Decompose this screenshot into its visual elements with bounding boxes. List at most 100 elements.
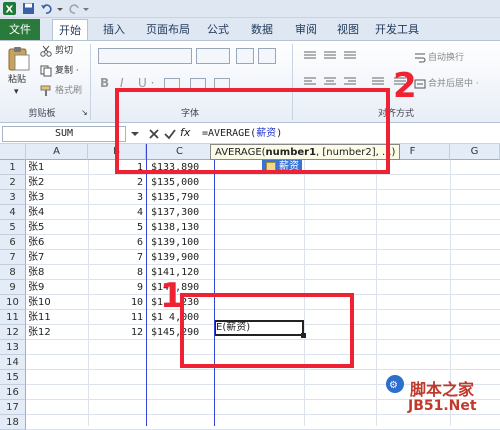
cell-name[interactable]: 张7 [28, 250, 86, 265]
row-header[interactable]: 11 [0, 310, 26, 325]
cell-name[interactable]: 张4 [28, 205, 86, 220]
annotation-number-two: 2 [393, 66, 417, 106]
format-painter-icon[interactable] [40, 85, 52, 97]
annotation-number-one: 1 [160, 276, 184, 316]
cell-name[interactable]: 张9 [28, 280, 86, 295]
cell-name[interactable]: 张8 [28, 265, 86, 280]
bold-button[interactable]: B [100, 76, 109, 90]
tab-page-layout[interactable]: 页面布局 [140, 19, 196, 40]
cell-number[interactable]: 5 [88, 220, 146, 235]
watermark-url: JB51.Net [408, 398, 477, 414]
grow-font-button[interactable] [236, 48, 254, 64]
group-separator [90, 44, 91, 120]
annotation-box-formula [115, 88, 390, 174]
cell-number[interactable]: 4 [88, 205, 146, 220]
wrap-text-button[interactable]: 自动换行 [428, 52, 464, 64]
cell-salary[interactable]: $139,100 [147, 235, 213, 250]
row-header[interactable]: 15 [0, 370, 26, 385]
ribbon-tab-bar: 文件 开始 插入 页面布局 公式 数据 审阅 视图 开发工具 [0, 18, 500, 40]
tab-file[interactable]: 文件 [0, 19, 40, 40]
row-header[interactable]: 5 [0, 220, 26, 235]
cell-name[interactable]: 张10 [28, 295, 86, 310]
row-header[interactable]: 17 [0, 400, 26, 415]
row-header[interactable]: 18 [0, 415, 26, 430]
row-header[interactable]: 3 [0, 190, 26, 205]
copy-button[interactable]: 复制 · [55, 65, 79, 77]
undo-icon[interactable] [40, 2, 53, 15]
row-header[interactable]: 10 [0, 295, 26, 310]
cell-number[interactable]: 12 [88, 325, 146, 340]
cell-name[interactable]: 张3 [28, 190, 86, 205]
tab-formulas[interactable]: 公式 [200, 19, 236, 40]
paste-dropdown-icon[interactable]: ▾ [14, 86, 19, 98]
tab-home[interactable]: 开始 [52, 19, 88, 40]
row-header[interactable]: 8 [0, 265, 26, 280]
cell-name[interactable]: 张11 [28, 310, 86, 325]
row-header[interactable]: 4 [0, 205, 26, 220]
row-header[interactable]: 2 [0, 175, 26, 190]
cell-number[interactable]: 8 [88, 265, 146, 280]
copy-icon[interactable] [40, 65, 52, 77]
wrap-text-icon[interactable] [414, 52, 426, 64]
save-icon[interactable] [22, 2, 35, 15]
font-name-box[interactable] [98, 48, 192, 64]
tab-insert[interactable]: 插入 [96, 19, 132, 40]
title-bar: X [0, 0, 500, 18]
cell-number[interactable]: 3 [88, 190, 146, 205]
cell-salary[interactable]: $139,900 [147, 250, 213, 265]
dialog-launcher-icon[interactable]: ↘ [81, 107, 88, 119]
row-header[interactable]: 14 [0, 355, 26, 370]
cell-number[interactable]: 11 [88, 310, 146, 325]
cell-name[interactable]: 张6 [28, 235, 86, 250]
font-size-box[interactable] [196, 48, 230, 64]
cell-name[interactable]: 张5 [28, 220, 86, 235]
customize-arrow-icon[interactable] [82, 2, 95, 15]
cell-number[interactable]: 6 [88, 235, 146, 250]
paste-button[interactable]: 粘贴 [8, 74, 26, 86]
cell-number[interactable]: 10 [88, 295, 146, 310]
row-header[interactable]: 13 [0, 340, 26, 355]
redo-icon[interactable] [68, 2, 81, 15]
cell-number[interactable]: 7 [88, 250, 146, 265]
row-header[interactable]: 16 [0, 385, 26, 400]
cell-salary[interactable]: $137,300 [147, 205, 213, 220]
cut-button[interactable]: 剪切 [55, 45, 73, 57]
gridline [26, 414, 500, 415]
select-all-corner[interactable] [0, 144, 26, 160]
cell-name[interactable]: 张1 [28, 160, 86, 175]
column-header-a[interactable]: A [26, 144, 88, 160]
row-header[interactable]: 1 [0, 160, 26, 175]
watermark-logo-icon: ⚙ [385, 374, 405, 394]
cell-salary[interactable]: $135,790 [147, 190, 213, 205]
clipboard-group-label: 剪贴板 [28, 109, 56, 119]
tab-view[interactable]: 视图 [330, 19, 366, 40]
merge-center-button[interactable]: 合并后居中 · [428, 78, 479, 90]
tab-developer[interactable]: 开发工具 [372, 19, 422, 40]
row-header[interactable]: 12 [0, 325, 26, 340]
gridline [26, 369, 500, 370]
excel-icon: X [3, 2, 16, 16]
annotation-box-cell [180, 293, 354, 368]
watermark-title: 脚本之家 [410, 380, 475, 399]
row-header[interactable]: 7 [0, 250, 26, 265]
name-box[interactable]: SUM [2, 126, 126, 142]
tab-data[interactable]: 数据 [244, 19, 280, 40]
tab-review[interactable]: 审阅 [288, 19, 324, 40]
guide-line [214, 144, 215, 426]
cell-salary[interactable]: $135,000 [147, 175, 213, 190]
row-header[interactable]: 6 [0, 235, 26, 250]
svg-text:⚙: ⚙ [389, 380, 398, 391]
shrink-font-button[interactable] [258, 48, 276, 64]
paste-icon[interactable] [6, 46, 32, 72]
cell-name[interactable]: 张12 [28, 325, 86, 340]
cell-number[interactable]: 9 [88, 280, 146, 295]
format-painter-button[interactable]: 格式刷 [55, 85, 82, 97]
row-header[interactable]: 9 [0, 280, 26, 295]
cell-number[interactable]: 2 [88, 175, 146, 190]
cell-salary[interactable]: $138,130 [147, 220, 213, 235]
scissors-icon[interactable] [40, 45, 52, 57]
column-header-g[interactable]: G [450, 144, 500, 160]
svg-text:X: X [6, 5, 14, 16]
cell-name[interactable]: 张2 [28, 175, 86, 190]
gridline [376, 160, 377, 426]
